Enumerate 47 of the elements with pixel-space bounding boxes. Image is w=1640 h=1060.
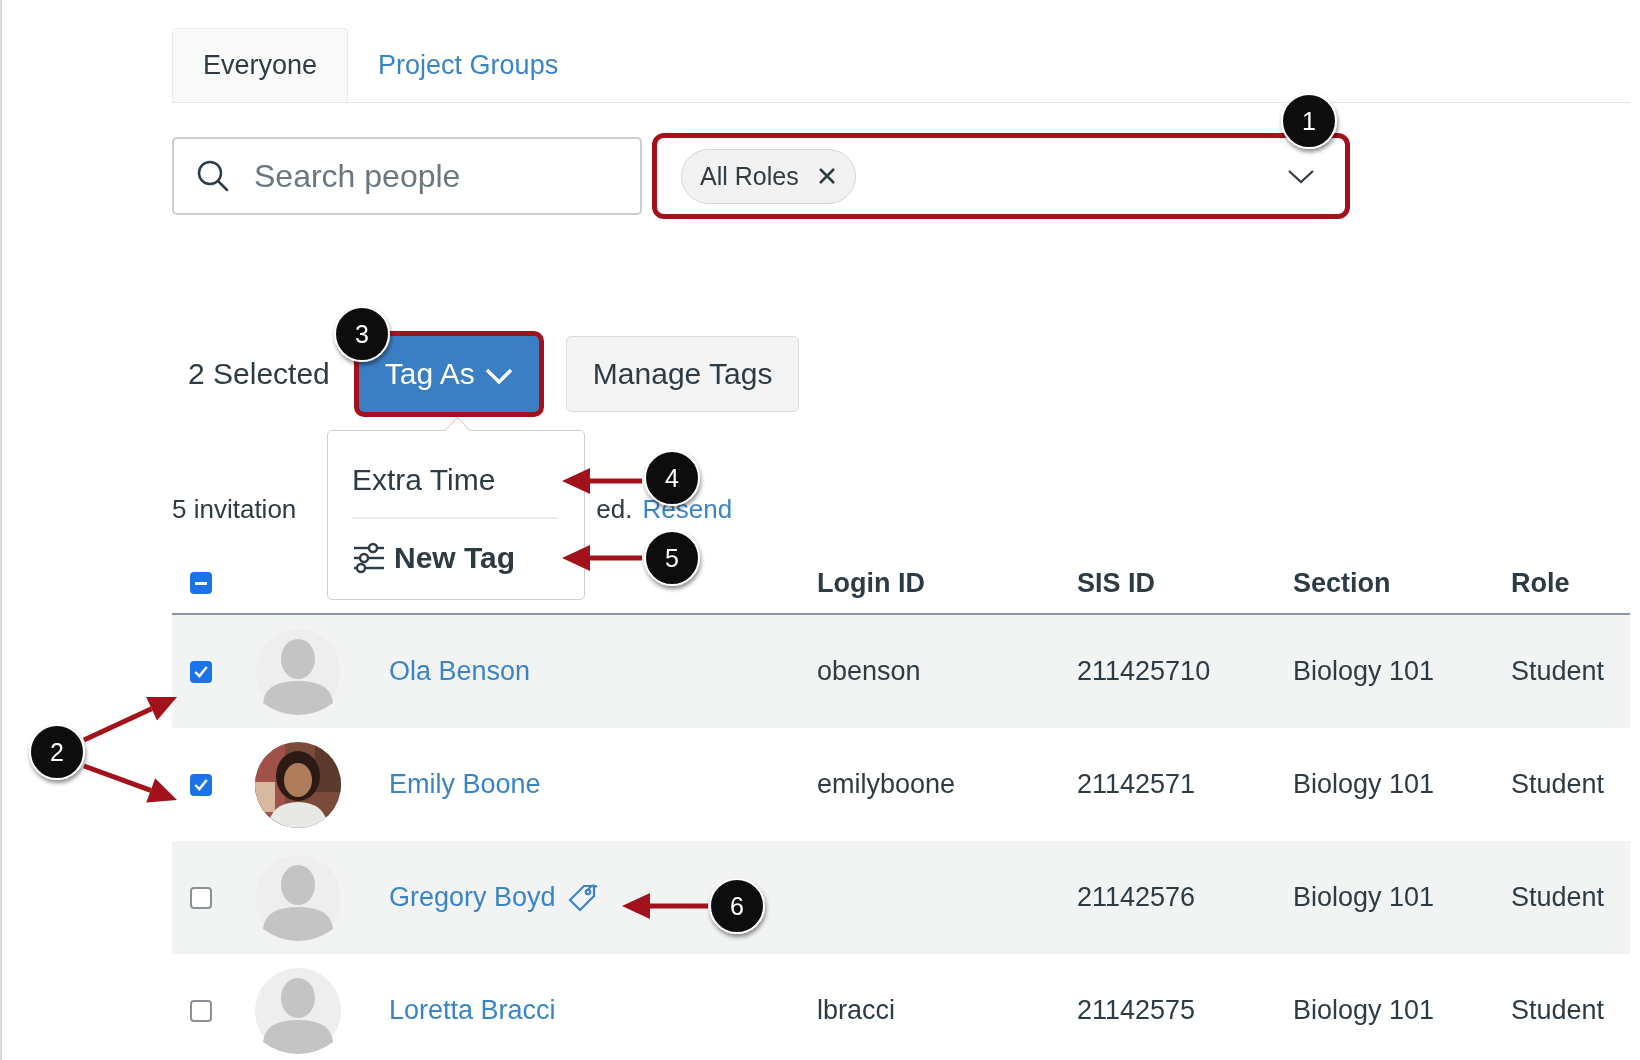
search-field[interactable]: Search people: [172, 137, 642, 215]
notice-text: ed.: [596, 493, 633, 525]
table-cell: Student: [1511, 995, 1605, 1026]
row-checkbox[interactable]: [190, 886, 212, 909]
select-all-checkbox[interactable]: [190, 572, 212, 594]
student-name-link[interactable]: Ola Benson: [389, 656, 531, 687]
table-cell: Student: [1511, 882, 1605, 913]
column-header: SIS ID: [1077, 567, 1156, 599]
chevron-down-icon[interactable]: [1287, 167, 1315, 185]
table-cell: Biology 101: [1293, 769, 1435, 800]
table-cell: emilyboone: [817, 769, 956, 800]
selected-count: 2 Selected: [188, 357, 330, 391]
role-chip[interactable]: All Roles: [681, 148, 856, 204]
table-cell: 21142571: [1077, 769, 1196, 800]
close-icon[interactable]: [816, 166, 837, 186]
sliders-icon: [352, 542, 386, 574]
table-cell: Biology 101: [1293, 882, 1435, 913]
chip-label: All Roles: [700, 161, 799, 191]
search-icon: [197, 160, 229, 192]
tab[interactable]: Everyone: [172, 28, 349, 102]
table-cell: lbracci: [817, 995, 896, 1026]
table-cell: Biology 101: [1293, 995, 1435, 1026]
role-select[interactable]: All Roles: [652, 133, 1350, 219]
column-header: Role: [1511, 567, 1570, 599]
notice-text: 5 invitation: [172, 493, 297, 525]
student-name-link[interactable]: Gregory Boyd: [389, 882, 556, 913]
table-cell: Biology 101: [1293, 656, 1435, 687]
button[interactable]: Manage Tags: [565, 336, 800, 412]
step-badge: 5: [644, 530, 700, 586]
table-cell: Student: [1511, 656, 1605, 687]
step-badge: 1: [1281, 93, 1337, 149]
menu-item[interactable]: New Tag: [352, 531, 566, 585]
menu-item[interactable]: Extra Time: [352, 453, 566, 507]
step-badge: 2: [29, 724, 85, 780]
column-header: Login ID: [817, 567, 925, 599]
student-name-link[interactable]: Loretta Bracci: [389, 995, 556, 1026]
tab[interactable]: Project Groups: [348, 28, 589, 102]
table-cell: obenson: [817, 656, 921, 687]
row-checkbox[interactable]: [190, 999, 212, 1022]
table-cell: 211425710: [1077, 656, 1211, 687]
student-name-link[interactable]: Emily Boone: [389, 769, 541, 800]
table-cell: Student: [1511, 769, 1605, 800]
table-cell: 21142576: [1077, 882, 1196, 913]
step-badge: 3: [334, 306, 390, 362]
column-header: Section: [1293, 567, 1391, 599]
step-badge: 6: [709, 878, 765, 934]
table-cell: 21142575: [1077, 995, 1196, 1026]
